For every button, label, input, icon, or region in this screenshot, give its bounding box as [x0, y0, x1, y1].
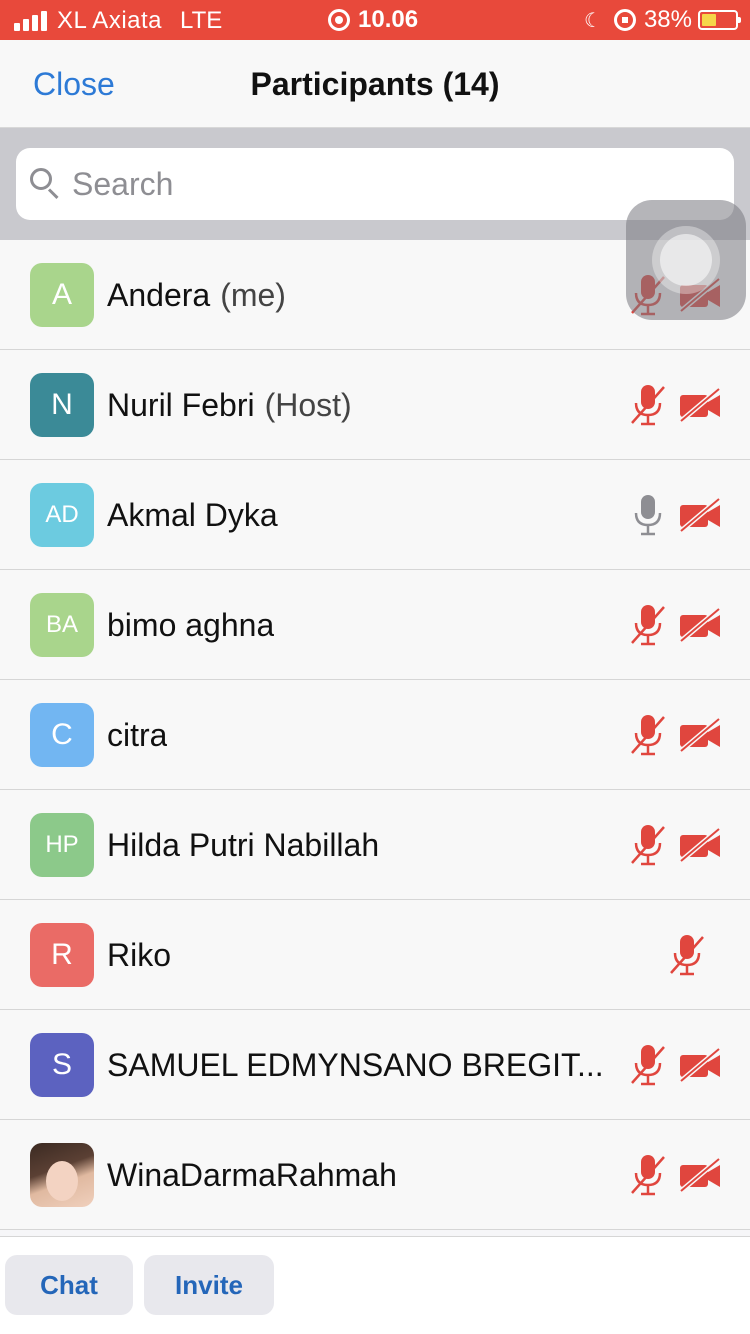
avatar: HP: [30, 813, 94, 877]
mic-muted-icon[interactable]: [628, 823, 668, 867]
avatar-initials: C: [51, 718, 73, 751]
battery-icon: [698, 10, 741, 30]
participant-row[interactable]: AD Akmal Dyka: [0, 460, 750, 570]
avatar-initials: BA: [45, 611, 78, 638]
avatar: N: [30, 373, 94, 437]
mic-muted-icon[interactable]: [628, 383, 668, 427]
participant-name-text: Hilda Putri Nabillah: [107, 827, 380, 863]
signal-icon: [14, 11, 47, 31]
invite-button[interactable]: Invite: [144, 1255, 274, 1315]
participant-name-text: Andera: [107, 277, 211, 313]
network-type: LTE: [180, 7, 223, 34]
page-title: Participants (14): [250, 66, 500, 102]
avatar: BA: [30, 593, 94, 657]
participant-row[interactable]: WinaDarmaRahmah: [0, 1120, 750, 1230]
do-not-disturb-icon: ☾: [584, 9, 602, 32]
navigation-bar: Close Participants (14): [0, 40, 750, 128]
video-off-icon[interactable]: [678, 497, 722, 533]
mic-muted-icon[interactable]: [628, 603, 668, 647]
avatar-initials: S: [51, 1048, 72, 1081]
video-off-icon[interactable]: [678, 1157, 722, 1193]
participant-name: bimo aghna: [107, 607, 274, 644]
participant-role-tag: (Host): [264, 387, 352, 423]
search-icon: [28, 166, 64, 202]
participant-name-text: Riko: [107, 937, 172, 973]
participant-name-text: citra: [107, 717, 168, 753]
rotation-lock-icon: [613, 9, 636, 31]
assistive-touch-button[interactable]: [626, 200, 746, 320]
avatar-initials: AD: [45, 501, 79, 528]
screen-recording-icon: [328, 9, 350, 31]
mic-muted-icon[interactable]: [628, 1153, 668, 1197]
mic-muted-icon[interactable]: [667, 933, 707, 977]
participant-name-text: Akmal Dyka: [107, 497, 278, 533]
status-bar: XL Axiata LTE 10.06 ☾ 38%: [0, 0, 750, 40]
video-off-icon[interactable]: [678, 387, 722, 423]
video-off-icon[interactable]: [678, 1047, 722, 1083]
video-off-icon[interactable]: [678, 607, 722, 643]
mic-icon[interactable]: [628, 493, 668, 537]
participant-name: Riko: [107, 937, 171, 974]
participant-name: Nuril Febri (Host): [107, 387, 352, 424]
participant-name: SAMUEL EDMYNSANO BREGIT...: [107, 1047, 604, 1084]
participant-role-tag: (me): [220, 277, 286, 313]
clock: 10.06: [358, 6, 419, 33]
participant-name: citra: [107, 717, 167, 754]
video-off-icon[interactable]: [678, 717, 722, 753]
participant-row[interactable]: HP Hilda Putri Nabillah: [0, 790, 750, 900]
avatar-initials: N: [51, 388, 73, 421]
avatar: A: [30, 263, 94, 327]
participant-row[interactable]: S SAMUEL EDMYNSANO BREGIT...: [0, 1010, 750, 1120]
search-input[interactable]: [72, 165, 672, 203]
avatar: [30, 1143, 94, 1207]
participant-name: Andera (me): [107, 277, 286, 314]
participant-name-text: SAMUEL EDMYNSANO BREGIT...: [107, 1047, 604, 1083]
participant-name: WinaDarmaRahmah: [107, 1157, 397, 1194]
bottom-toolbar: Chat Invite: [0, 1236, 750, 1334]
search-box[interactable]: [16, 148, 734, 220]
avatar: S: [30, 1033, 94, 1097]
avatar: C: [30, 703, 94, 767]
participant-row[interactable]: R Riko: [0, 900, 750, 1010]
participant-list: A Andera (me) N Nuril Febri (Host) AD Akmal Dyk…: [0, 240, 750, 1230]
participant-name-text: bimo aghna: [107, 607, 275, 643]
battery-percent: 38%: [643, 6, 692, 33]
mic-muted-icon[interactable]: [628, 1043, 668, 1087]
participant-name-text: WinaDarmaRahmah: [107, 1157, 397, 1193]
avatar: R: [30, 923, 94, 987]
participant-name: Akmal Dyka: [107, 497, 278, 534]
participant-row[interactable]: BA bimo aghna: [0, 570, 750, 680]
video-off-icon[interactable]: [678, 827, 722, 863]
participant-row[interactable]: Ccitra: [0, 680, 750, 790]
chat-button[interactable]: Chat: [5, 1255, 133, 1315]
participant-name-text: Nuril Febri: [107, 387, 255, 423]
participant-name: Hilda Putri Nabillah: [107, 827, 379, 864]
mic-muted-icon[interactable]: [628, 713, 668, 757]
avatar: AD: [30, 483, 94, 547]
carrier-name: XL Axiata: [57, 7, 163, 34]
avatar-initials: A: [51, 278, 72, 311]
avatar-initials: HP: [45, 831, 79, 858]
participant-row[interactable]: N Nuril Febri (Host): [0, 350, 750, 460]
avatar-initials: R: [51, 938, 73, 971]
